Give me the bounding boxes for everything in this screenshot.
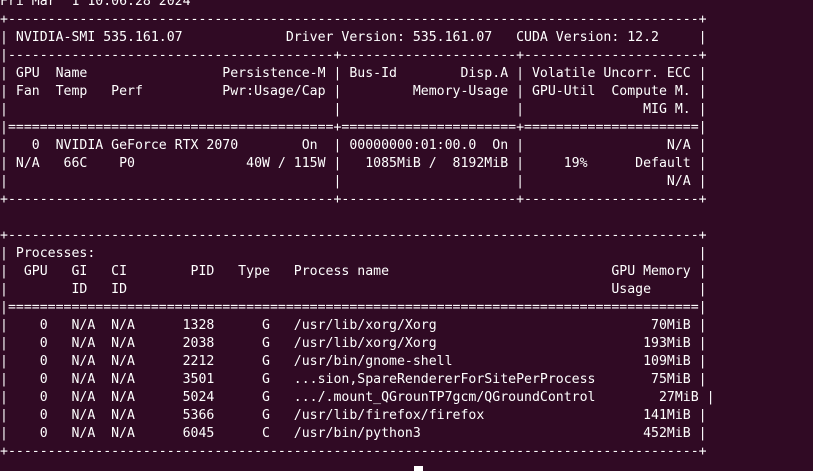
table-border-bottom: +---------------------------------------… [0,192,707,207]
table-header-separator: |=======================================… [0,120,707,135]
terminal-window[interactable]: Fri Mar 1 10:06:28 2024 +----------------… [0,0,813,471]
process-row: | 0 N/A N/A 1328 G /usr/lib/xorg/Xorg 70… [0,318,707,333]
text-cursor [414,466,423,471]
gpu-info-row: | 0 NVIDIA GeForce RTX 2070 On | 0000000… [0,138,707,153]
processes-border-top: +---------------------------------------… [0,228,707,243]
gpu-column-header-row: | GPU Name Persistence-M | Bus-Id Disp.A… [0,66,707,81]
processes-title-row: | Processes: | [0,246,707,261]
processes-border-bottom: +---------------------------------------… [0,444,707,459]
timestamp-line: Fri Mar 1 10:06:28 2024 [0,0,191,9]
gpu-info-row: | | | N/A | [0,174,707,189]
gpu-info-row: | N/A 66C P0 40W / 115W | 1085MiB / 8192… [0,156,707,171]
gpu-column-header-row: | Fan Temp Perf Pwr:Usage/Cap | Memory-U… [0,84,707,99]
process-row: | 0 N/A N/A 6045 C /usr/bin/python3 452M… [0,426,707,441]
process-row: | 0 N/A N/A 5366 G /usr/lib/firefox/fire… [0,408,707,423]
processes-header-separator: |=======================================… [0,300,707,315]
terminal-output: Fri Mar 1 10:06:28 2024 +----------------… [0,0,715,461]
processes-column-header-row: | GPU GI CI PID Type Process name GPU Me… [0,264,707,279]
gpu-column-header-row: | | | MIG M. | [0,102,707,117]
version-header-row: | NVIDIA-SMI 535.161.07 Driver Version: … [0,30,707,45]
process-row: | 0 N/A N/A 2038 G /usr/lib/xorg/Xorg 19… [0,336,707,351]
table-border-top: +---------------------------------------… [0,12,707,27]
process-row: | 0 N/A N/A 3501 G ...sion,SpareRenderer… [0,372,707,387]
table-divider: |---------------------------------------… [0,48,707,63]
process-row: | 0 N/A N/A 2212 G /usr/bin/gnome-shell … [0,354,707,369]
processes-column-header-row: | ID ID Usage | [0,282,707,297]
process-row: | 0 N/A N/A 5024 G .../.mount_QGrounTP7g… [0,390,715,405]
